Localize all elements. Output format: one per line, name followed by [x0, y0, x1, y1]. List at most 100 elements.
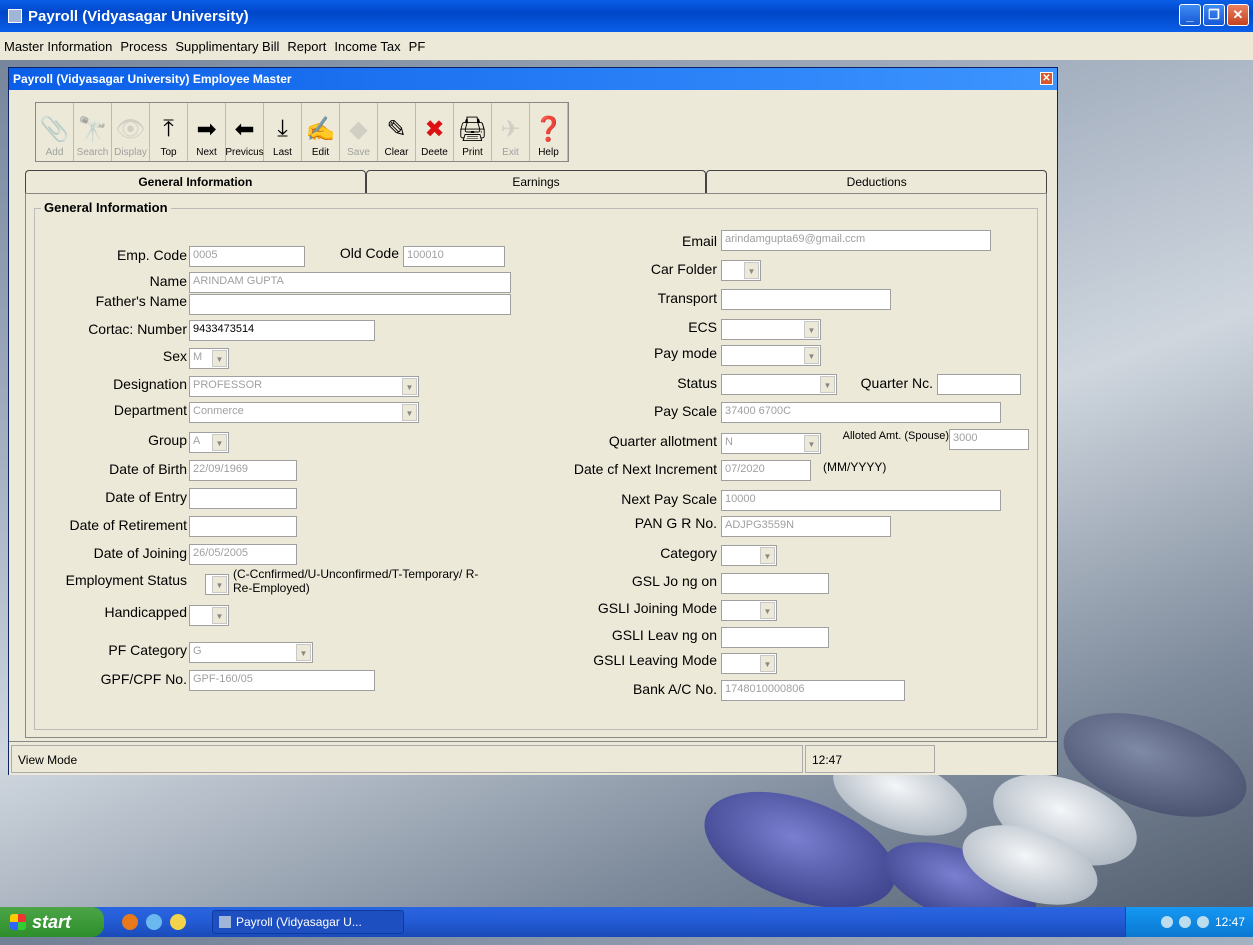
old-code-field[interactable]: 100010: [403, 246, 505, 267]
alloted-amt-field[interactable]: 3000: [949, 429, 1029, 450]
print-button[interactable]: 🖨 Print: [454, 103, 492, 161]
windows-logo-icon: [10, 914, 26, 930]
dob-field[interactable]: 22/09/1969: [189, 460, 297, 481]
menu-master-information[interactable]: Master Information: [0, 39, 116, 54]
chevron-down-icon: ▼: [760, 547, 775, 564]
app-icon: [8, 9, 22, 23]
pf-category-label: PF Category: [108, 642, 187, 658]
tray-icon[interactable]: [1196, 916, 1209, 928]
last-icon: ⤓: [277, 115, 288, 142]
gsl-joining-field[interactable]: [721, 573, 829, 594]
menu-supplimentary-bill[interactable]: Supplimentary Bill: [171, 39, 283, 54]
messenger-icon[interactable]: [170, 914, 186, 930]
child-window-title: Payroll (Vidyasagar University) Employee…: [13, 72, 292, 86]
department-select[interactable]: Conmerce ▼: [189, 402, 419, 423]
help-button[interactable]: ❓ Help: [530, 103, 568, 161]
gpf-cpf-field[interactable]: GPF-160/05: [189, 670, 375, 691]
chevron-down-icon: ▼: [760, 655, 775, 672]
date-of-retirement-label: Date of Retirement: [69, 517, 188, 533]
emp-code-field[interactable]: 0005: [189, 246, 305, 267]
chevron-down-icon: ▼: [296, 644, 311, 661]
previous-button[interactable]: ⬅ Previcus: [225, 103, 264, 161]
bank-ac-label: Bank A/C No.: [632, 681, 717, 697]
pf-category-select[interactable]: G ▼: [189, 642, 313, 663]
handicapped-select[interactable]: ▼: [189, 605, 229, 626]
transport-field[interactable]: [721, 289, 891, 310]
designation-select[interactable]: PROFESSOR ▼: [189, 376, 419, 397]
gsli-leaving-mode-select[interactable]: ▼: [721, 653, 777, 674]
top-button[interactable]: ⤒ Top: [150, 103, 188, 161]
gsli-leaving-field[interactable]: [721, 627, 829, 648]
menu-process[interactable]: Process: [116, 39, 171, 54]
exit-button[interactable]: ✈ Exit: [492, 103, 530, 161]
car-holder-select[interactable]: ▼: [721, 260, 761, 281]
group-label: Group: [148, 432, 187, 448]
clear-button[interactable]: ✎ Clear: [378, 103, 416, 161]
tray-icon[interactable]: [1178, 916, 1191, 928]
gsli-joining-mode-select[interactable]: ▼: [721, 600, 777, 621]
status-select[interactable]: ▼: [721, 374, 837, 395]
maximize-button[interactable]: ❐: [1203, 4, 1225, 26]
email-field[interactable]: arindamgupta69@gmail.ccm: [721, 230, 991, 251]
close-button[interactable]: ✕: [1227, 4, 1249, 26]
pan-gir-field[interactable]: ADJPG3559N: [721, 516, 891, 537]
display-button[interactable]: 👁 Display: [112, 103, 150, 161]
next-pay-scale-field[interactable]: 10000: [721, 490, 1001, 511]
next-increment-field[interactable]: 07/2020: [721, 460, 811, 481]
search-button[interactable]: 🔭 Search: [74, 103, 112, 161]
chevron-down-icon: ▼: [744, 262, 759, 279]
top-icon: ⤒: [163, 115, 174, 142]
minimize-button[interactable]: _: [1179, 4, 1201, 26]
main-title-bar[interactable]: Payroll (Vidyasagar University) _ ❐ ✕: [0, 0, 1253, 32]
next-increment-label: Date cf Next Increment: [573, 461, 717, 477]
chevron-down-icon: ▼: [212, 576, 227, 593]
ecs-select[interactable]: ▼: [721, 319, 821, 340]
taskbar-item-payroll[interactable]: Payroll (Vidyasagar U...: [212, 910, 404, 934]
date-of-retirement-field[interactable]: [189, 516, 297, 537]
tab-deductions[interactable]: Deductions: [706, 170, 1048, 194]
menu-report[interactable]: Report: [283, 39, 330, 54]
pay-scale-field[interactable]: 37400 6700C: [721, 402, 1001, 423]
browser-icon[interactable]: [122, 914, 138, 930]
child-close-button[interactable]: ✕: [1040, 72, 1053, 85]
menu-income-tax[interactable]: Income Tax: [330, 39, 404, 54]
delete-button[interactable]: ✖ Deete: [416, 103, 454, 161]
last-button[interactable]: ⤓ Last: [264, 103, 302, 161]
add-button[interactable]: 📎 Add: [36, 103, 74, 161]
start-button[interactable]: start: [0, 907, 104, 937]
system-tray: 12:47: [1125, 907, 1253, 937]
save-button[interactable]: ◆ Save: [340, 103, 378, 161]
contact-number-field[interactable]: 9433473514: [189, 320, 375, 341]
edit-button[interactable]: ✍ Edit: [302, 103, 340, 161]
employment-status-select[interactable]: ▼: [205, 574, 229, 595]
tab-general-information[interactable]: General Information: [25, 170, 366, 194]
chevron-down-icon: ▼: [804, 347, 819, 364]
alloted-amt-label: Alloted Amt. (Spouse): [842, 430, 949, 442]
quarter-allotment-select[interactable]: N ▼: [721, 433, 821, 454]
contact-number-label: Cortac: Number: [88, 321, 187, 337]
group-select[interactable]: A ▼: [189, 432, 229, 453]
date-of-joining-field[interactable]: 26/05/2005: [189, 544, 297, 565]
dob-label: Date of Birth: [109, 461, 187, 477]
quarter-no-field[interactable]: [937, 374, 1021, 395]
employment-status-note: (C-Ccnfirmed/U-Unconfirmed/T-Temporary/ …: [233, 567, 479, 595]
chevron-down-icon: ▼: [804, 321, 819, 338]
media-icon[interactable]: [146, 914, 162, 930]
menu-pf[interactable]: PF: [405, 39, 430, 54]
gsli-leaving-label: GSLI Leav ng on: [611, 627, 717, 643]
next-button[interactable]: ➡ Next: [188, 103, 226, 161]
fathers-name-field[interactable]: [189, 294, 511, 315]
sex-select[interactable]: M ▼: [189, 348, 229, 369]
paperclip-icon: 📎: [39, 115, 70, 143]
eraser-icon: ✎: [386, 115, 407, 143]
name-field[interactable]: ARINDAM GUPTA: [189, 272, 511, 293]
pay-mode-select[interactable]: ▼: [721, 345, 821, 366]
bank-ac-field[interactable]: 1748010000806: [721, 680, 905, 701]
date-of-entry-field[interactable]: [189, 488, 297, 509]
child-title-bar[interactable]: Payroll (Vidyasagar University) Employee…: [9, 68, 1057, 90]
tab-strip: General Information Earnings Deductions: [25, 170, 1048, 194]
tab-earnings[interactable]: Earnings: [365, 170, 707, 194]
category-select[interactable]: ▼: [721, 545, 777, 566]
tray-icon[interactable]: [1160, 916, 1173, 928]
chevron-down-icon: ▼: [212, 434, 227, 451]
